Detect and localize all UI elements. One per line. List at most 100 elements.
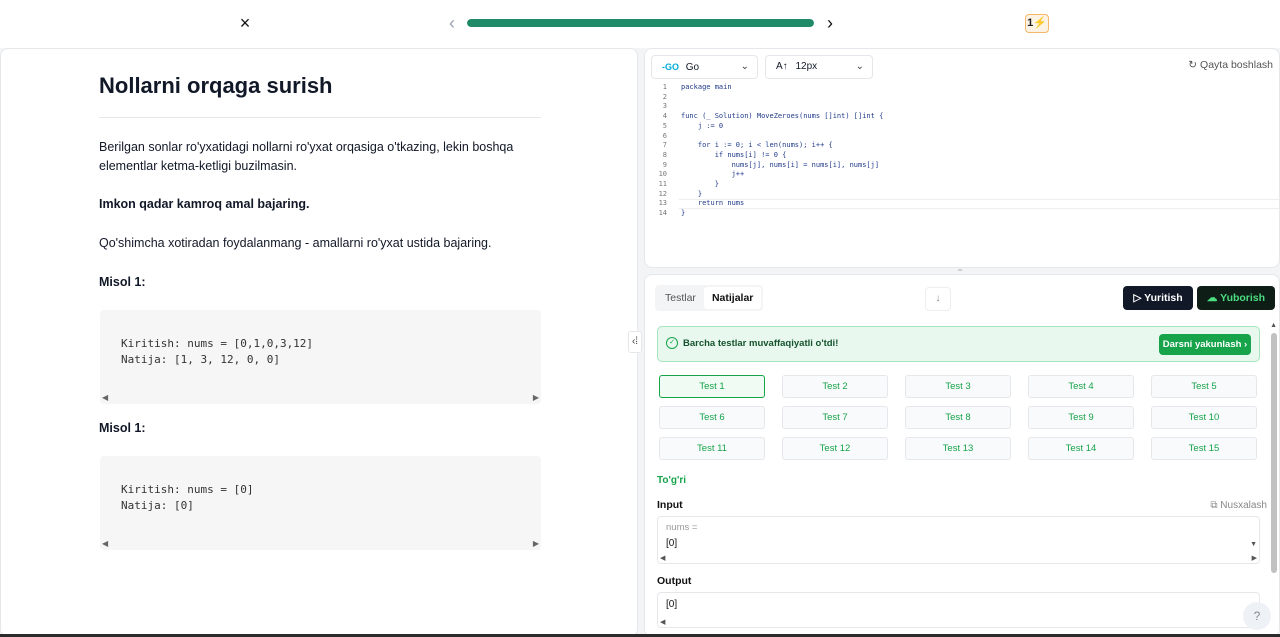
test-case-button[interactable]: Test 11	[659, 437, 765, 460]
play-icon: ▷	[1133, 292, 1145, 304]
problem-description: Berilgan sonlar ro'yxatidagi nollarni ro…	[99, 140, 514, 173]
test-case-button[interactable]: Test 5	[1151, 375, 1257, 398]
code-content[interactable]: package main func (_ Solution) MoveZeroe…	[681, 83, 883, 219]
code-line: }	[681, 209, 686, 218]
lesson-progress-bar	[467, 19, 814, 27]
title-divider	[99, 117, 541, 118]
code-line: }	[681, 180, 719, 189]
tab-results[interactable]: Natijalar	[703, 287, 762, 309]
font-size-select[interactable]: A↑ 12px ⌄	[765, 55, 873, 79]
test-case-button[interactable]: Test 9	[1028, 406, 1134, 429]
results-panel: Testlar Natijalar ↓ ▷ Yuritish ☁ Yuboris…	[644, 274, 1280, 637]
output-label: Output	[657, 575, 692, 587]
input-variable: nums =	[666, 522, 698, 533]
line-number: 12	[658, 189, 667, 198]
test-case-button[interactable]: Test 15	[1151, 437, 1257, 460]
line-number: 10	[658, 170, 667, 179]
finish-lesson-button[interactable]: Darsni yakunlash ›	[1159, 334, 1251, 355]
example-heading: Misol 1:	[99, 275, 146, 289]
top-bar: × ‹ › 1⚡	[0, 0, 1280, 48]
test-case-button[interactable]: Test 13	[905, 437, 1011, 460]
line-number: 6	[662, 131, 667, 140]
test-case-button[interactable]: Test 8	[905, 406, 1011, 429]
test-case-button[interactable]: Test 2	[782, 375, 888, 398]
code-editor[interactable]: 1 2 3 4 5 6 7 8 9 10 11 12 13 14 package main func (_…	[645, 83, 1279, 263]
results-scrollbar[interactable]	[1271, 333, 1277, 573]
line-number: 4	[662, 112, 667, 121]
success-message: Barcha testlar muvaffaqiyatli o'tdi!	[683, 338, 839, 349]
language-select[interactable]: -GO Go ⌄	[651, 55, 758, 79]
example-code: Kiritish: nums = [0,1,0,3,12] Natija: [1…	[121, 337, 314, 366]
restart-button[interactable]: ↻ Qayta boshlash	[1188, 59, 1273, 71]
panel-resize-handle[interactable]: ‹⁞	[628, 331, 642, 353]
test-case-button[interactable]: Test 1	[659, 375, 765, 398]
line-number: 1	[662, 83, 667, 91]
run-label: Yuritish	[1144, 292, 1183, 304]
go-logo-icon: -GO	[662, 62, 679, 72]
help-icon[interactable]: ?	[1243, 602, 1271, 630]
submit-label: Yuborish	[1220, 292, 1266, 304]
streak-badge: 1⚡	[1025, 14, 1049, 33]
check-circle-icon: ✓	[666, 337, 678, 349]
chevron-down-icon: ⌄	[855, 61, 864, 72]
line-number: 11	[658, 180, 667, 189]
input-value: [0]	[666, 538, 678, 549]
scroll-right-icon[interactable]: ▶	[1252, 554, 1257, 562]
collapse-down-icon[interactable]: ↓	[925, 287, 951, 311]
line-number: 9	[662, 160, 667, 169]
example-code: Kiritish: nums = [0] Natija: [0]	[121, 483, 254, 512]
scroll-up-icon[interactable]: ▲	[1270, 322, 1277, 329]
test-case-button[interactable]: Test 7	[782, 406, 888, 429]
scroll-left-icon[interactable]: ◀	[102, 539, 108, 548]
line-number: 14	[658, 209, 667, 218]
code-line: package main	[681, 83, 732, 91]
font-size-icon: A↑	[776, 61, 788, 72]
progress-fill	[467, 19, 814, 27]
test-case-button[interactable]: Test 4	[1028, 375, 1134, 398]
test-case-button[interactable]: Test 10	[1151, 406, 1257, 429]
language-value: Go	[685, 62, 700, 73]
example-code-box: Kiritish: nums = [0] Natija: [0] ◀ ▶	[100, 456, 541, 550]
scroll-left-icon[interactable]: ◀	[102, 393, 108, 402]
input-label: Input	[657, 499, 683, 511]
font-size-value: 12px	[795, 61, 818, 72]
code-line: j := 0	[681, 121, 724, 130]
copy-label: Nusxalash	[1220, 500, 1267, 511]
restart-icon: ↻	[1188, 59, 1198, 71]
test-case-button[interactable]: Test 14	[1028, 437, 1134, 460]
input-box: nums = [0] ▼ ◀ ▶	[657, 516, 1260, 564]
line-number: 2	[662, 92, 667, 101]
example-code-box: Kiritish: nums = [0,1,0,3,12] Natija: [1…	[100, 310, 541, 404]
code-editor-panel: -GO Go ⌄ A↑ 12px ⌄ ↻ Qayta boshlash 1234…	[644, 48, 1280, 268]
test-case-button[interactable]: Test 3	[905, 375, 1011, 398]
finish-label: Darsni yakunlash	[1162, 339, 1242, 350]
test-case-button[interactable]: Test 6	[659, 406, 765, 429]
copy-icon: ⧉	[1210, 500, 1221, 511]
scroll-left-icon[interactable]: ◀	[660, 554, 665, 562]
line-number: 3	[662, 102, 667, 111]
line-number: 13	[658, 199, 667, 208]
submit-button[interactable]: ☁ Yuborish	[1197, 286, 1275, 310]
code-line: }	[681, 189, 703, 198]
scroll-right-icon[interactable]: ▶	[533, 539, 539, 548]
success-banner: ✓ Barcha testlar muvaffaqiyatli o'tdi! D…	[657, 326, 1260, 362]
code-line: func (_ Solution) MoveZeroes(nums []int)…	[681, 112, 884, 121]
scroll-left-icon[interactable]: ◀	[660, 618, 665, 626]
close-icon[interactable]: ×	[236, 13, 254, 33]
output-box: [0] ◀	[657, 592, 1260, 628]
test-case-button[interactable]: Test 12	[782, 437, 888, 460]
copy-button[interactable]: ⧉ Nusxalash	[1210, 500, 1267, 511]
line-numbers: 1 2 3 4 5 6 7 8 9 10 11 12 13 14	[645, 83, 667, 219]
code-line: return nums	[681, 199, 745, 208]
next-lesson-icon[interactable]: ›	[822, 13, 838, 33]
code-line: j++	[681, 170, 745, 179]
prev-lesson-icon[interactable]: ‹	[444, 13, 460, 33]
restart-label: Qayta boshlash	[1200, 59, 1273, 71]
run-button[interactable]: ▷ Yuritish	[1123, 286, 1193, 310]
line-number: 5	[662, 121, 667, 130]
scroll-right-icon[interactable]: ▶	[533, 393, 539, 402]
problem-panel: Nollarni orqaga surish Berilgan sonlar r…	[0, 48, 638, 637]
scroll-down-icon[interactable]: ▼	[1250, 541, 1257, 548]
tab-tests[interactable]: Testlar	[657, 287, 704, 309]
